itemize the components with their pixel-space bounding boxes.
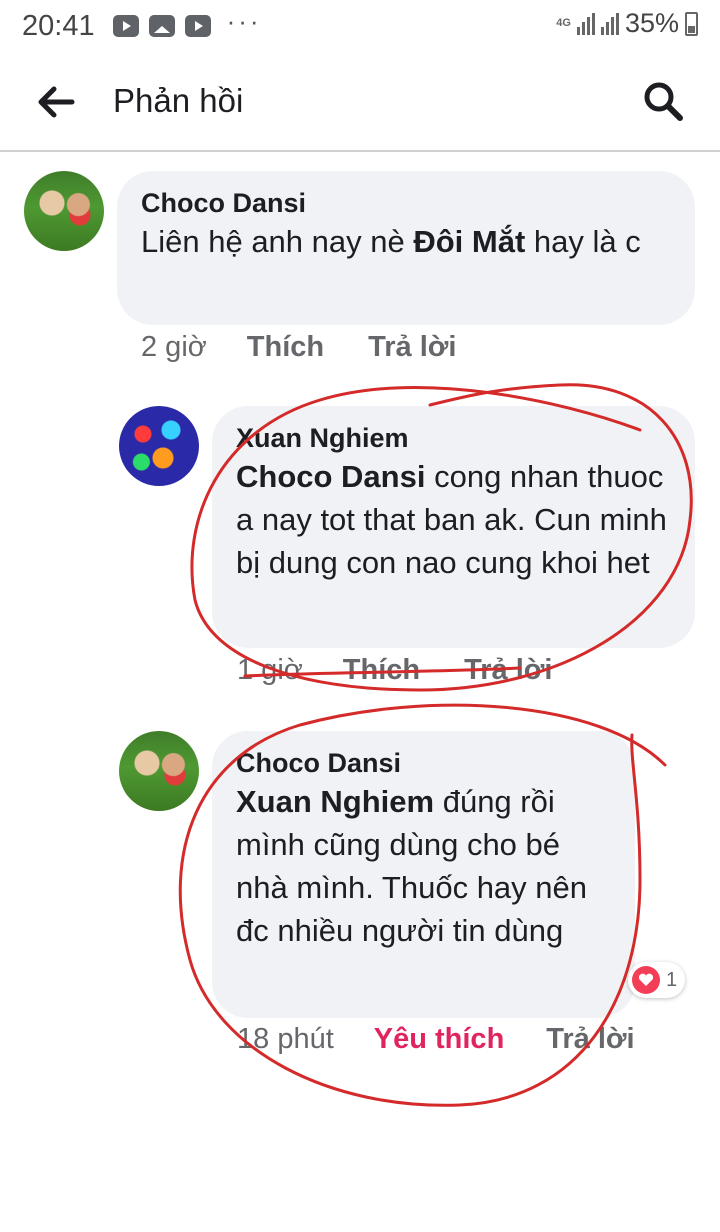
reply-button[interactable]: Trả lời [546,1023,634,1056]
search-button[interactable] [642,80,684,122]
mention-link[interactable]: Đôi Mắt [413,224,525,259]
mention-link[interactable]: Choco Dansi [236,459,425,494]
heart-icon [632,966,660,994]
youtube-icon [184,15,211,37]
comment-actions: 18 phút Yêu thích Trả lời [237,1023,635,1056]
comment-actions: 2 giờ Thích Trả lời [141,331,456,364]
comment-author[interactable]: Choco Dansi [141,186,671,220]
status-bar: 20:41 ··· 4G 35% [0,0,720,52]
gallery-icon [148,15,175,37]
comment-bubble: Choco Dansi Liên hệ anh nay nè Đôi Mắt h… [117,171,695,325]
comment-bubble: Xuan Nghiem Choco Dansi cong nhan thuoc … [212,406,695,648]
like-button[interactable]: Thích [343,654,420,687]
reaction-badge[interactable]: 1 [628,962,686,998]
avatar[interactable] [24,171,104,251]
system-indicators: 4G 35% [556,8,698,39]
mention-link[interactable]: Xuan Nghiem [236,784,434,819]
comment-bubble: Choco Dansi Xuan Nghiem đúng rồi mình cũ… [212,731,635,1018]
comment-time: 2 giờ [141,331,207,363]
love-button[interactable]: Yêu thích [374,1023,505,1056]
signal-icon [600,12,619,35]
back-arrow-icon [38,86,75,118]
youtube-icon [112,15,139,37]
like-button[interactable]: Thích [247,331,324,364]
comment-text: Choco Dansi cong nhan thuoc a nay tot th… [236,459,667,580]
reply-button[interactable]: Trả lời [368,331,456,364]
comment-text: Liên hệ anh nay nè Đôi Mắt hay là c [141,224,641,259]
comment-text: Xuan Nghiem đúng rồi mình cũng dùng cho … [236,784,588,948]
comment-author[interactable]: Choco Dansi [236,746,611,780]
avatar[interactable] [119,731,199,811]
battery-percentage: 35% [624,8,679,38]
notification-icons: ··· [112,6,262,37]
page-title: Phản hồi [113,82,244,119]
app-header: Phản hồi [0,52,720,152]
comment-time: 1 giờ [237,654,303,686]
more-notifications-icon: ··· [226,5,262,36]
reaction-count: 1 [666,968,678,991]
comment-time: 18 phút [237,1023,334,1055]
comment-author[interactable]: Xuan Nghiem [236,421,671,455]
search-icon [644,82,683,121]
signal-icon [576,12,595,35]
comment-actions: 1 giờ Thích Trả lời [237,654,552,687]
battery-icon [685,11,698,36]
network-type: 4G [556,17,571,29]
reply-button[interactable]: Trả lời [464,654,552,687]
back-button[interactable] [36,86,76,118]
avatar[interactable] [119,406,199,486]
status-time: 20:41 [22,9,95,42]
